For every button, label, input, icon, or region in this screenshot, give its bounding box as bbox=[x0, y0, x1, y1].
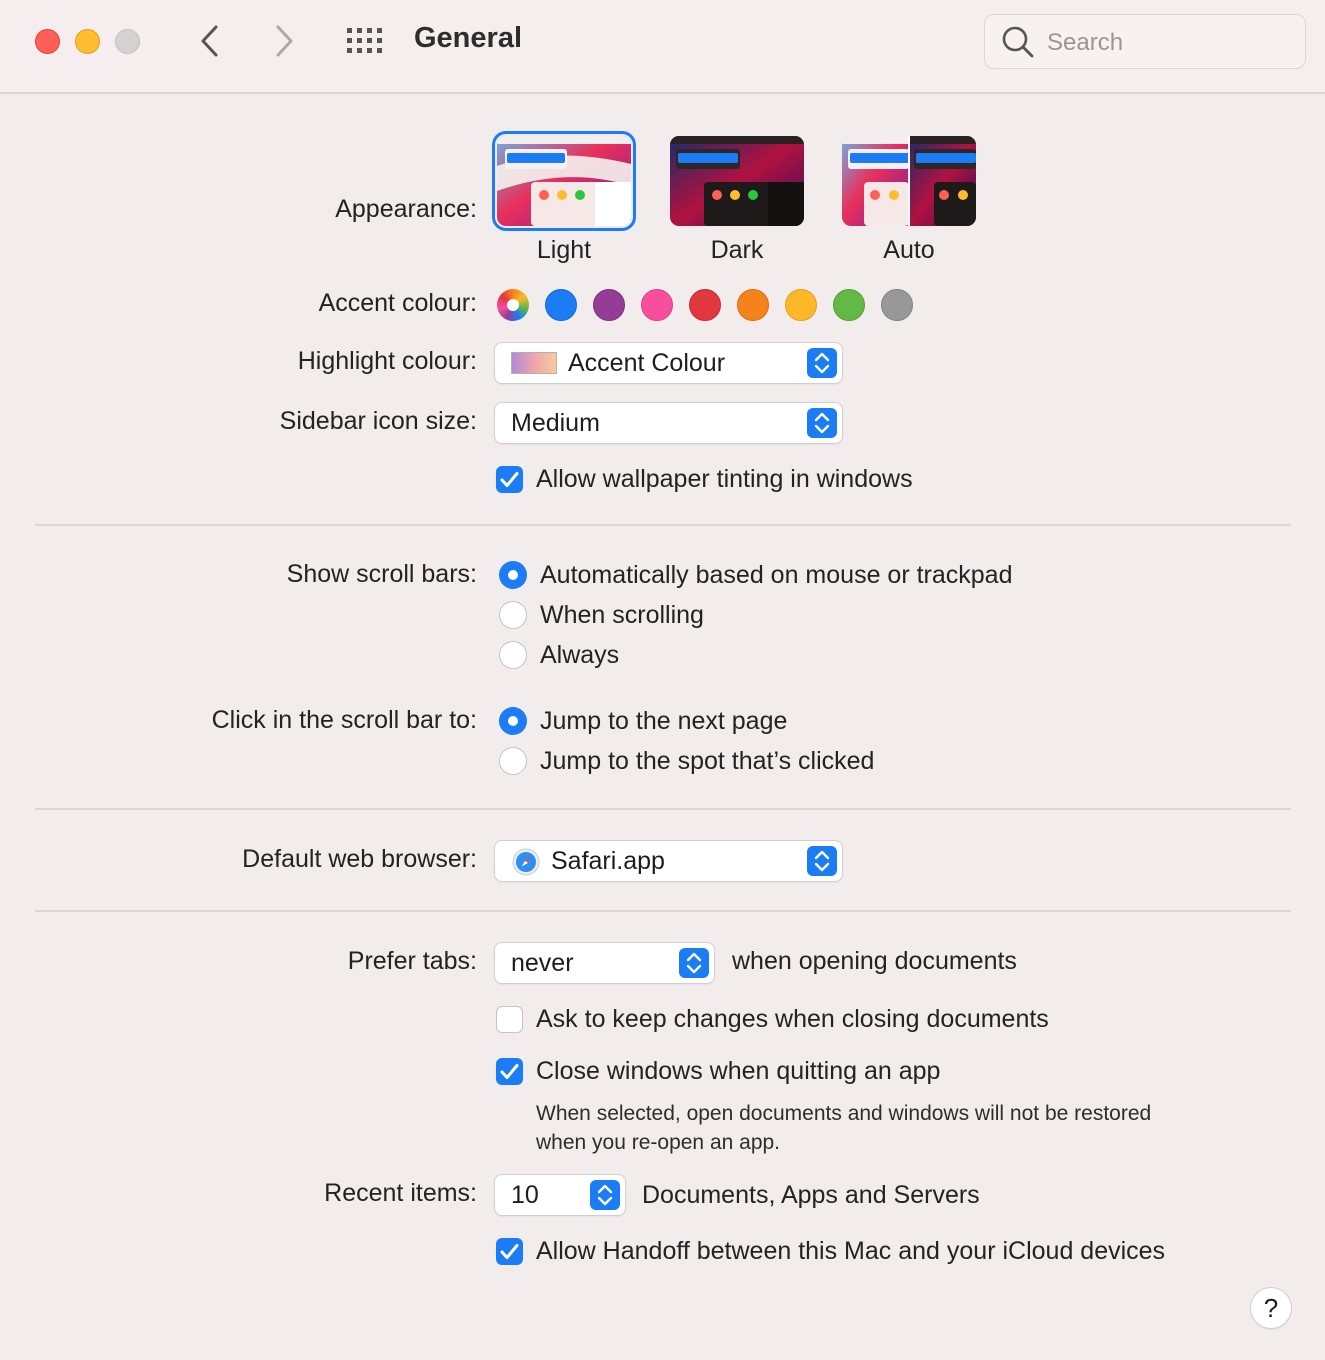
prefer-tabs-popup[interactable]: never bbox=[495, 943, 714, 983]
popup-arrows-icon bbox=[590, 1180, 620, 1210]
show-all-button[interactable] bbox=[346, 27, 384, 55]
close-windows-note-line2: when you re-open an app. bbox=[536, 1131, 781, 1154]
ask-keep-changes-label[interactable]: Ask to keep changes when closing documen… bbox=[536, 1005, 1049, 1034]
section-divider bbox=[35, 808, 1291, 810]
recent-items-value: 10 bbox=[511, 1181, 539, 1209]
appearance-auto-option[interactable] bbox=[842, 136, 976, 226]
recent-items-popup[interactable]: 10 bbox=[495, 1175, 625, 1215]
scroll-bars-when-scrolling-label[interactable]: When scrolling bbox=[540, 601, 704, 630]
section-divider bbox=[35, 910, 1291, 912]
highlight-colour-label: Highlight colour: bbox=[297, 347, 477, 375]
default-browser-label: Default web browser: bbox=[242, 845, 477, 873]
checkmark-icon bbox=[500, 1064, 519, 1079]
accent-colour-label: Accent colour: bbox=[318, 289, 477, 317]
scroll-bars-when-scrolling-radio[interactable] bbox=[499, 601, 527, 629]
auto-appearance-preview bbox=[842, 136, 976, 226]
accent-yellow-swatch[interactable] bbox=[785, 289, 817, 321]
scroll-bars-always-label[interactable]: Always bbox=[540, 641, 619, 670]
light-appearance-preview bbox=[497, 136, 631, 226]
help-button[interactable]: ? bbox=[1251, 1288, 1291, 1328]
section-divider bbox=[35, 524, 1291, 526]
checkmark-icon bbox=[500, 472, 519, 487]
accent-orange-swatch[interactable] bbox=[737, 289, 769, 321]
scroll-bars-automatic-label[interactable]: Automatically based on mouse or trackpad bbox=[540, 561, 1012, 590]
toolbar: General Search bbox=[0, 0, 1325, 94]
search-icon bbox=[1002, 26, 1034, 58]
recent-items-suffix: Documents, Apps and Servers bbox=[642, 1181, 980, 1209]
accent-purple-swatch[interactable] bbox=[593, 289, 625, 321]
minimize-window-button[interactable] bbox=[75, 29, 100, 54]
default-browser-value: Safari.app bbox=[551, 847, 665, 875]
checkmark-icon bbox=[500, 1244, 519, 1259]
sidebar-icon-size-value: Medium bbox=[511, 409, 600, 437]
jump-to-spot-label[interactable]: Jump to the spot that’s clicked bbox=[540, 747, 874, 776]
appearance-light-option[interactable] bbox=[492, 131, 636, 231]
appearance-auto-label: Auto bbox=[883, 236, 935, 264]
wallpaper-tinting-label[interactable]: Allow wallpaper tinting in windows bbox=[536, 465, 913, 494]
accent-graphite-swatch[interactable] bbox=[881, 289, 913, 321]
jump-to-spot-radio[interactable] bbox=[499, 747, 527, 775]
prefer-tabs-suffix: when opening documents bbox=[732, 947, 1017, 975]
popup-arrows-icon bbox=[679, 948, 709, 978]
close-windows-checkbox[interactable] bbox=[496, 1058, 523, 1085]
click-scroll-bar-label: Click in the scroll bar to: bbox=[211, 706, 477, 734]
jump-next-page-radio[interactable] bbox=[499, 707, 527, 735]
jump-next-page-label[interactable]: Jump to the next page bbox=[540, 707, 787, 736]
highlight-swatch bbox=[511, 352, 557, 374]
wallpaper-tinting-checkbox[interactable] bbox=[496, 466, 523, 493]
zoom-window-button[interactable] bbox=[115, 29, 140, 54]
search-field[interactable]: Search bbox=[984, 14, 1306, 69]
sidebar-icon-size-label: Sidebar icon size: bbox=[279, 407, 477, 435]
forward-button[interactable] bbox=[266, 22, 302, 60]
dark-appearance-preview bbox=[670, 136, 804, 226]
search-placeholder: Search bbox=[1047, 29, 1124, 56]
window-title: General bbox=[414, 22, 522, 54]
accent-blue-swatch[interactable] bbox=[545, 289, 577, 321]
close-window-button[interactable] bbox=[35, 29, 60, 54]
sidebar-icon-size-popup[interactable]: Medium bbox=[495, 403, 842, 443]
chevron-right-icon bbox=[276, 25, 293, 57]
scroll-bars-automatic-radio[interactable] bbox=[499, 561, 527, 589]
accent-pink-swatch[interactable] bbox=[641, 289, 673, 321]
accent-green-swatch[interactable] bbox=[833, 289, 865, 321]
popup-arrows-icon bbox=[807, 846, 837, 876]
default-browser-popup[interactable]: Safari.app bbox=[495, 841, 842, 881]
grid-icon bbox=[347, 28, 382, 53]
scroll-bars-always-radio[interactable] bbox=[499, 641, 527, 669]
ask-keep-changes-checkbox[interactable] bbox=[496, 1006, 523, 1033]
appearance-dark-option[interactable] bbox=[670, 136, 804, 226]
chevron-left-icon bbox=[201, 25, 218, 57]
popup-arrows-icon bbox=[807, 408, 837, 438]
safari-icon bbox=[512, 848, 540, 876]
back-button[interactable] bbox=[192, 22, 228, 60]
show-scroll-bars-label: Show scroll bars: bbox=[286, 560, 477, 588]
accent-multicolour-swatch[interactable] bbox=[497, 289, 529, 321]
accent-selected-indicator bbox=[507, 299, 519, 311]
appearance-light-label: Light bbox=[536, 236, 592, 264]
popup-arrows-icon bbox=[807, 348, 837, 378]
handoff-checkbox[interactable] bbox=[496, 1238, 523, 1265]
appearance-dark-label: Dark bbox=[710, 236, 764, 264]
appearance-label: Appearance: bbox=[335, 195, 477, 223]
prefer-tabs-value: never bbox=[511, 949, 574, 977]
accent-red-swatch[interactable] bbox=[689, 289, 721, 321]
close-windows-label[interactable]: Close windows when quitting an app bbox=[536, 1057, 940, 1086]
handoff-label[interactable]: Allow Handoff between this Mac and your … bbox=[536, 1237, 1165, 1266]
close-windows-note-line1: When selected, open documents and window… bbox=[536, 1102, 1152, 1125]
recent-items-label: Recent items: bbox=[324, 1179, 477, 1207]
highlight-colour-popup[interactable]: Accent Colour bbox=[495, 343, 842, 383]
prefer-tabs-label: Prefer tabs: bbox=[347, 947, 477, 975]
highlight-colour-value: Accent Colour bbox=[568, 349, 726, 377]
